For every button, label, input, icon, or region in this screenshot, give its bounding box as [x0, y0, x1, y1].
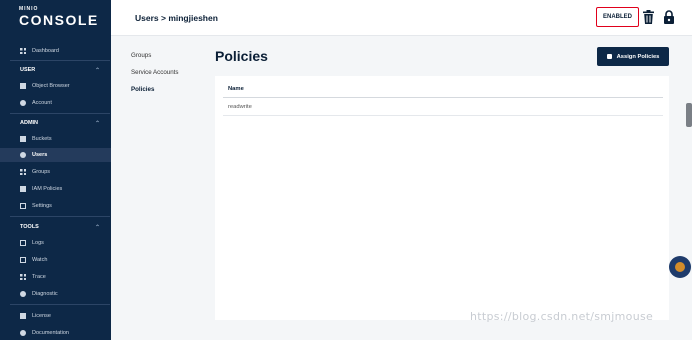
sidebar-item-label: Documentation — [32, 330, 69, 336]
chevron-up-icon: ⌃ — [94, 67, 100, 74]
trace-icon — [20, 274, 26, 280]
diagnostic-icon — [20, 291, 26, 297]
sidebar-item-groups[interactable]: Groups — [0, 165, 111, 179]
sidebar-item-label: Account — [32, 100, 52, 106]
divider — [10, 304, 110, 305]
policies-panel: Name readwrite — [215, 76, 669, 320]
assign-policies-label: Assign Policies — [616, 53, 660, 60]
scrollbar-handle[interactable] — [686, 103, 692, 127]
logo-big-text: CONSOLE — [19, 12, 99, 28]
logs-icon — [20, 240, 26, 246]
logo[interactable]: MINIO CONSOLE — [19, 6, 99, 28]
sidebar-item-label: Object Browser — [32, 83, 70, 89]
sidebar-item-label: IAM Policies — [32, 186, 63, 192]
object-browser-icon — [20, 83, 26, 89]
watermark: https://blog.csdn.net/smjmouse — [470, 310, 654, 323]
divider — [10, 113, 110, 114]
sidebar-item-label: Diagnostic — [32, 291, 58, 297]
sidebar-item-dashboard[interactable]: Dashboard — [0, 44, 111, 58]
app-window: MINIO CONSOLE Dashboard USER ⌃ Object Br… — [0, 0, 692, 340]
section-label: ADMIN — [20, 120, 39, 126]
user-icon — [20, 152, 26, 158]
sidebar-item-label: Trace — [32, 274, 46, 280]
dashboard-icon — [20, 48, 26, 54]
section-tools[interactable]: TOOLS ⌃ — [0, 221, 111, 233]
assign-policies-button[interactable]: Assign Policies — [597, 47, 669, 66]
divider — [10, 216, 110, 217]
user-status-button[interactable]: ENABLED — [596, 7, 639, 27]
policy-icon — [20, 186, 26, 192]
top-header: Users > mingjieshen ENABLED — [111, 0, 692, 36]
breadcrumb: Users > mingjieshen — [135, 13, 218, 23]
lock-icon[interactable] — [664, 10, 674, 24]
sidebar-item-diagnostic[interactable]: Diagnostic — [0, 287, 111, 301]
sidebar-item-watch[interactable]: Watch — [0, 253, 111, 267]
add-icon — [606, 54, 612, 59]
divider — [10, 60, 110, 61]
table-row[interactable]: readwrite — [223, 98, 663, 116]
policies-table: Name readwrite — [223, 80, 663, 116]
sidebar: MINIO CONSOLE Dashboard USER ⌃ Object Br… — [0, 0, 111, 340]
section-label: TOOLS — [20, 224, 39, 230]
sidebar-item-account[interactable]: Account — [0, 96, 111, 110]
groups-icon — [20, 169, 26, 175]
floating-assistant-icon[interactable] — [669, 256, 691, 278]
sidebar-item-label: Groups — [32, 169, 51, 175]
watch-icon — [20, 257, 26, 263]
chevron-up-icon: ⌃ — [94, 224, 100, 231]
bucket-icon — [20, 136, 26, 142]
sidebar-item-iam-policies[interactable]: IAM Policies — [0, 182, 111, 196]
settings-icon — [20, 203, 26, 209]
section-label: USER — [20, 67, 36, 73]
trash-icon[interactable] — [643, 10, 654, 24]
license-icon — [20, 313, 26, 319]
documentation-icon — [20, 330, 26, 336]
sidebar-item-label: License — [32, 313, 51, 319]
sidebar-item-license[interactable]: License — [0, 309, 111, 323]
sidebar-item-documentation[interactable]: Documentation — [0, 326, 111, 340]
chevron-up-icon: ⌃ — [94, 120, 100, 127]
section-user[interactable]: USER ⌃ — [0, 64, 111, 76]
section-admin[interactable]: ADMIN ⌃ — [0, 117, 111, 129]
column-header-name[interactable]: Name — [223, 80, 663, 98]
tab-policies[interactable]: Policies — [131, 86, 154, 93]
sidebar-item-label: Settings — [32, 203, 52, 209]
sidebar-item-logs[interactable]: Logs — [0, 236, 111, 250]
page-title: Policies — [215, 48, 268, 64]
tab-service-accounts[interactable]: Service Accounts — [131, 69, 178, 76]
sidebar-item-label: Users — [32, 152, 48, 158]
sidebar-item-label: Buckets — [32, 136, 52, 142]
sidebar-item-trace[interactable]: Trace — [0, 270, 111, 284]
tab-groups[interactable]: Groups — [131, 52, 151, 59]
sidebar-item-object-browser[interactable]: Object Browser — [0, 79, 111, 93]
sidebar-item-label: Watch — [32, 257, 48, 263]
sidebar-item-label: Logs — [32, 240, 44, 246]
sidebar-item-settings[interactable]: Settings — [0, 199, 111, 213]
account-icon — [20, 100, 26, 106]
sidebar-item-label: Dashboard — [32, 48, 59, 54]
sidebar-item-buckets[interactable]: Buckets — [0, 132, 111, 146]
sidebar-item-users[interactable]: Users — [0, 148, 111, 162]
